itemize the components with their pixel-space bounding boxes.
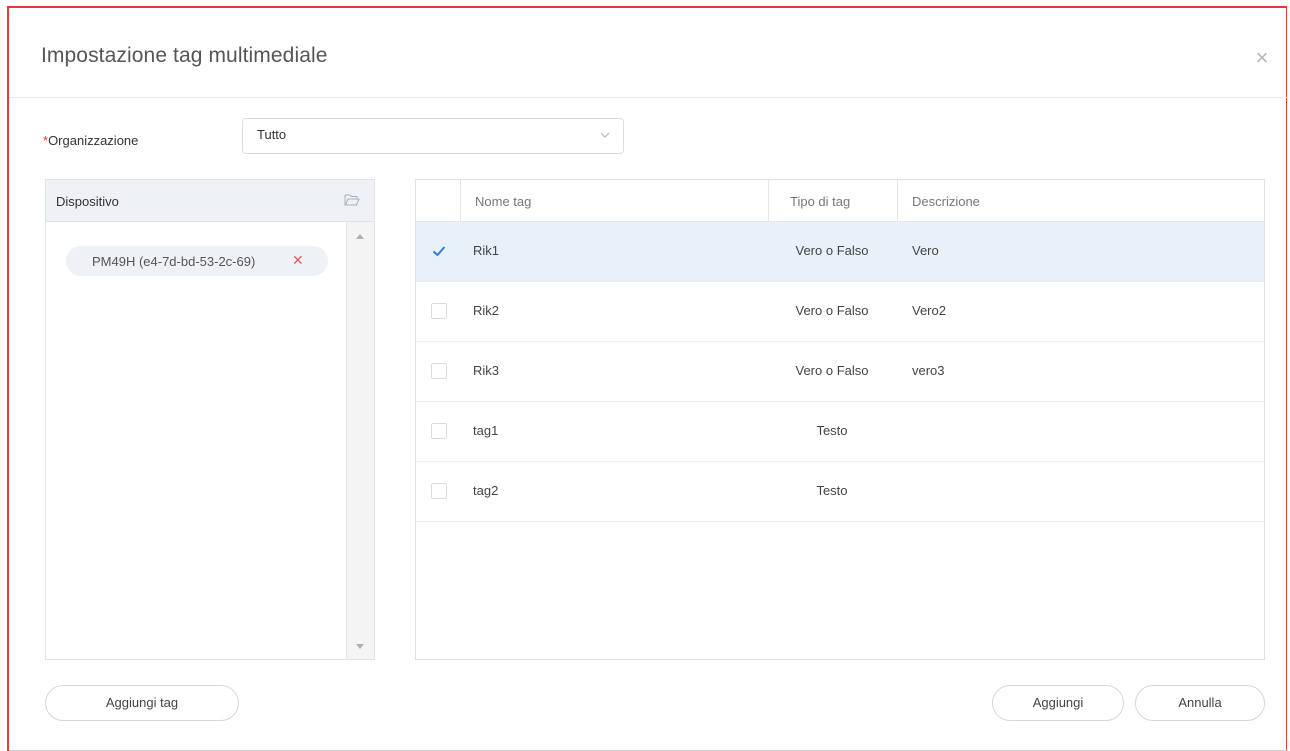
cancel-button[interactable]: Annulla bbox=[1135, 685, 1265, 721]
tag-table-header: Nome tag Tipo di tag Descrizione bbox=[416, 180, 1264, 222]
table-row[interactable]: tag1 Testo bbox=[416, 402, 1264, 462]
tag-description: Vero bbox=[912, 243, 939, 258]
column-header-description: Descrizione bbox=[912, 194, 980, 209]
organization-select-value: Tutto bbox=[257, 127, 287, 142]
tag-name: tag1 bbox=[473, 423, 499, 438]
folder-open-icon[interactable] bbox=[344, 193, 360, 207]
row-checkbox[interactable] bbox=[431, 483, 447, 499]
scroll-up-icon[interactable] bbox=[356, 234, 364, 239]
tag-name: Rik1 bbox=[473, 243, 500, 258]
table-row[interactable]: Rik3 Vero o Falso vero3 bbox=[416, 342, 1264, 402]
add-tag-button[interactable]: Aggiungi tag bbox=[45, 685, 239, 721]
tag-type: Vero o Falso bbox=[795, 243, 869, 258]
tag-name: tag2 bbox=[473, 483, 499, 498]
row-checkbox[interactable] bbox=[431, 243, 447, 259]
table-row[interactable]: tag2 Testo bbox=[416, 462, 1264, 522]
column-header-type: Tipo di tag bbox=[790, 194, 851, 209]
organization-label: *Organizzazione bbox=[43, 133, 138, 148]
column-divider bbox=[897, 180, 898, 222]
remove-device-icon[interactable]: ✕ bbox=[292, 252, 304, 269]
device-panel-header: Dispositivo bbox=[46, 180, 374, 222]
organization-label-text: Organizzazione bbox=[48, 133, 139, 148]
device-panel: Dispositivo PM49H (e4-7d-bd-53-2c-69) ✕ bbox=[45, 179, 375, 660]
organization-select[interactable]: Tutto bbox=[242, 118, 624, 154]
tag-type: Testo bbox=[816, 483, 848, 498]
row-checkbox[interactable] bbox=[431, 423, 447, 439]
device-panel-title: Dispositivo bbox=[56, 194, 119, 209]
tag-name: Rik3 bbox=[473, 363, 500, 378]
tag-type: Vero o Falso bbox=[795, 363, 869, 378]
row-checkbox[interactable] bbox=[431, 303, 447, 319]
tag-name: Rik2 bbox=[473, 303, 500, 318]
column-header-name: Nome tag bbox=[475, 194, 532, 209]
column-divider bbox=[768, 180, 769, 222]
device-chip[interactable]: PM49H (e4-7d-bd-53-2c-69) ✕ bbox=[66, 246, 328, 276]
dialog-title: Impostazione tag multimediale bbox=[41, 44, 328, 67]
tag-type: Vero o Falso bbox=[795, 303, 869, 318]
add-button[interactable]: Aggiungi bbox=[992, 685, 1124, 721]
scroll-down-icon[interactable] bbox=[356, 644, 364, 649]
tag-description: Vero2 bbox=[912, 303, 946, 318]
tag-table: Nome tag Tipo di tag Descrizione Rik1 Ve… bbox=[415, 179, 1265, 660]
tag-description: vero3 bbox=[912, 363, 945, 378]
dialog-header: Impostazione tag multimediale × bbox=[9, 8, 1288, 98]
device-chip-label: PM49H (e4-7d-bd-53-2c-69) bbox=[92, 254, 256, 269]
dialog: Impostazione tag multimediale × *Organiz… bbox=[7, 6, 1288, 751]
tag-type: Testo bbox=[816, 423, 848, 438]
close-icon[interactable]: × bbox=[1252, 47, 1272, 69]
column-divider bbox=[460, 180, 461, 222]
device-scrollbar[interactable] bbox=[346, 222, 374, 659]
row-checkbox[interactable] bbox=[431, 363, 447, 379]
table-row[interactable]: Rik2 Vero o Falso Vero2 bbox=[416, 282, 1264, 342]
chevron-down-icon bbox=[600, 132, 610, 138]
checkmark-icon bbox=[432, 246, 446, 257]
table-row[interactable]: Rik1 Vero o Falso Vero bbox=[416, 222, 1264, 282]
